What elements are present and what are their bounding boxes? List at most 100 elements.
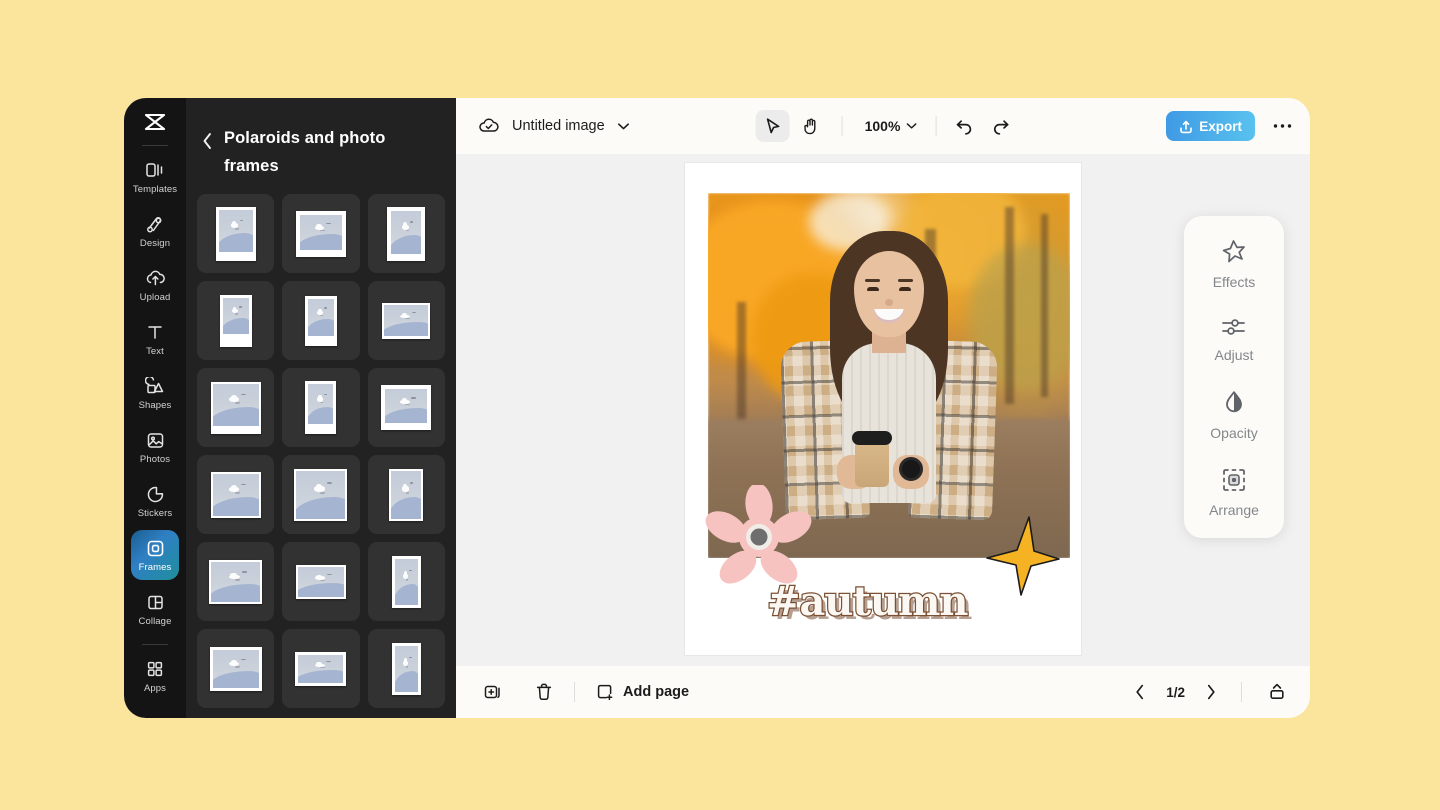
placeholder-bird: [320, 315, 323, 316]
sidebar-label: Frames: [139, 562, 172, 573]
frame-thumbnail[interactable]: [282, 542, 359, 621]
nav-divider: [1241, 682, 1242, 702]
sidebar-item-apps[interactable]: Apps: [131, 651, 179, 701]
chevron-down-icon[interactable]: [617, 122, 630, 131]
rail-divider-top: [142, 145, 168, 146]
frame-thumbnail[interactable]: [368, 455, 445, 534]
canvas-text-overlay[interactable]: #autumn: [767, 578, 967, 625]
frame-thumbnail[interactable]: [282, 281, 359, 360]
frame-preview: [220, 295, 252, 347]
bottom-toolbar: Add page 1/2: [456, 666, 1310, 718]
apps-icon: [146, 659, 164, 680]
frame-thumbnail[interactable]: [368, 629, 445, 708]
frame-preview: [211, 472, 261, 518]
panel-label: Effects: [1213, 274, 1256, 290]
frame-thumbnail[interactable]: [197, 368, 274, 447]
frame-preview: [387, 207, 425, 261]
frame-thumbnail[interactable]: [368, 542, 445, 621]
placeholder-hill: [391, 235, 421, 254]
capcut-logo[interactable]: [135, 105, 175, 139]
frame-thumbnail[interactable]: [282, 368, 359, 447]
redo-icon[interactable]: [990, 117, 1010, 135]
placeholder-bird: [241, 394, 246, 396]
placeholder-hill: [298, 670, 343, 682]
placeholder-cloud: [402, 225, 409, 230]
frame-thumbnail[interactable]: [282, 629, 359, 708]
frame-thumbnail[interactable]: [197, 281, 274, 360]
frame-placeholder-image: [298, 567, 344, 597]
adjust-button[interactable]: Adjust: [1215, 316, 1254, 363]
frame-thumbnail[interactable]: [368, 194, 445, 273]
chevron-left-icon[interactable]: [196, 124, 218, 158]
frames-grid: [186, 188, 456, 716]
sidebar-item-text[interactable]: Text: [131, 314, 179, 364]
arrange-button[interactable]: Arrange: [1209, 467, 1259, 518]
frame-preview: [296, 211, 346, 257]
sidebar-item-collage[interactable]: Collage: [131, 584, 179, 634]
prev-page-icon[interactable]: [1132, 681, 1148, 703]
flower-sticker[interactable]: [705, 485, 813, 591]
delete-page-button[interactable]: [530, 677, 558, 707]
frame-placeholder-image: [308, 384, 333, 424]
sidebar-label: Upload: [140, 292, 171, 303]
frame-thumbnail[interactable]: [197, 194, 274, 273]
frame-thumbnail[interactable]: [368, 281, 445, 360]
placeholder-hill: [211, 584, 260, 602]
collage-icon: [146, 592, 165, 613]
undo-divider: [935, 116, 936, 136]
opacity-button[interactable]: Opacity: [1210, 389, 1257, 441]
placeholder-bird: [320, 667, 325, 668]
sidebar-item-templates[interactable]: Templates: [131, 152, 179, 202]
effects-button[interactable]: Effects: [1213, 238, 1256, 290]
star-sticker[interactable]: [981, 515, 1061, 597]
frame-thumbnail[interactable]: [197, 542, 274, 621]
frame-thumbnail[interactable]: [282, 455, 359, 534]
next-page-icon[interactable]: [1203, 681, 1219, 703]
placeholder-bird: [405, 404, 410, 405]
sidebar-item-frames[interactable]: Frames: [131, 530, 179, 580]
frame-preview: [210, 647, 262, 691]
sidebar-item-photos[interactable]: Photos: [131, 422, 179, 472]
placeholder-bird: [326, 661, 331, 662]
sidebar-item-shapes[interactable]: Shapes: [131, 368, 179, 418]
sidebar-item-stickers[interactable]: Stickers: [131, 476, 179, 526]
frames-icon: [146, 538, 165, 559]
export-label: Export: [1199, 119, 1242, 134]
placeholder-bird: [242, 571, 247, 573]
frame-thumbnail[interactable]: [282, 194, 359, 273]
export-button[interactable]: Export: [1166, 111, 1255, 141]
canvas-page[interactable]: #autumn: [685, 163, 1081, 655]
frame-placeholder-image: [300, 215, 342, 250]
frame-thumbnail[interactable]: [368, 368, 445, 447]
sidebar-item-design[interactable]: Design: [131, 206, 179, 256]
frame-thumbnail[interactable]: [197, 455, 274, 534]
frame-placeholder-image: [391, 211, 421, 254]
document-name-group[interactable]: Untitled image: [478, 117, 630, 135]
top-toolbar: Untitled image: [456, 98, 1310, 154]
placeholder-hill: [223, 318, 249, 334]
photos-icon: [146, 430, 165, 451]
more-horizontal-icon[interactable]: [1269, 119, 1296, 133]
frame-placeholder-image: [211, 562, 260, 602]
app-window: Templates Design Upload: [124, 98, 1310, 718]
placeholder-hill: [308, 407, 333, 425]
placeholder-cloud: [402, 486, 409, 491]
frame-placeholder-image: [395, 646, 418, 692]
undo-icon[interactable]: [954, 117, 974, 135]
placeholder-bird: [412, 312, 417, 313]
add-page-button[interactable]: Add page: [591, 678, 694, 707]
hand-tool[interactable]: [794, 110, 828, 142]
placeholder-hill: [308, 319, 334, 335]
placeholder-hill: [385, 408, 427, 423]
duplicate-page-button[interactable]: [478, 677, 508, 707]
zoom-control[interactable]: 100%: [865, 118, 918, 134]
cursor-arrow-tool[interactable]: [756, 110, 790, 142]
frame-thumbnail[interactable]: [197, 629, 274, 708]
templates-icon: [145, 160, 165, 181]
placeholder-bird: [324, 307, 327, 308]
expand-panel-icon[interactable]: [1264, 679, 1290, 705]
sidebar-item-upload[interactable]: Upload: [131, 260, 179, 310]
frame-preview: [305, 296, 337, 346]
top-right-tools: Export: [1166, 111, 1296, 141]
canvas-area[interactable]: #autumn Effects: [456, 154, 1310, 666]
